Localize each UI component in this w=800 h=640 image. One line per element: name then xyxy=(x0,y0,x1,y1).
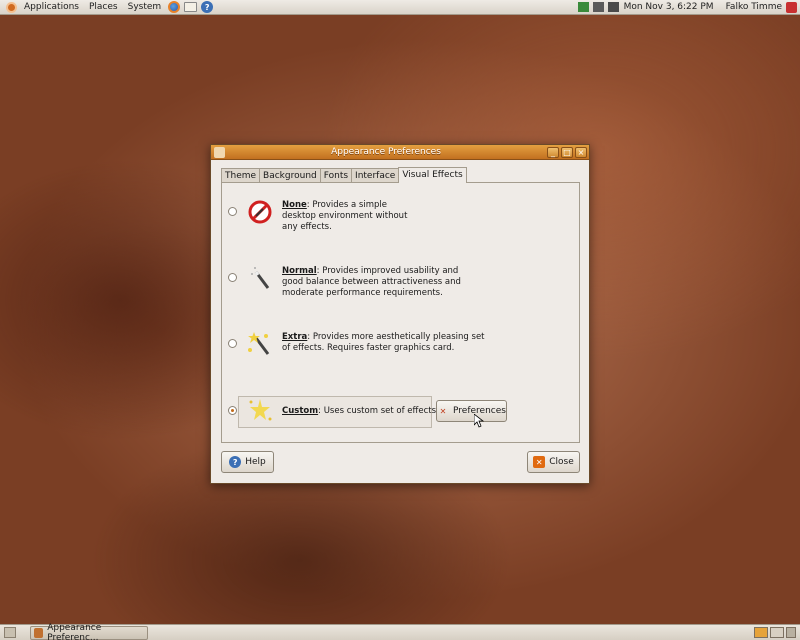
option-custom-text: Uses custom set of effects. xyxy=(323,406,439,416)
power-icon[interactable] xyxy=(786,1,797,13)
workspace-switcher xyxy=(752,627,796,638)
menu-places[interactable]: Places xyxy=(84,2,123,12)
option-custom[interactable]: Custom: Uses custom set of effects. xyxy=(228,397,439,425)
network-icon[interactable] xyxy=(577,2,589,12)
tab-background[interactable]: Background xyxy=(259,168,321,183)
tab-theme[interactable]: Theme xyxy=(221,168,261,183)
taskbar-label: Appearance Preferenc... xyxy=(47,622,102,640)
close-window-button[interactable]: × xyxy=(575,146,587,158)
option-extra-description: Extra: Provides more aesthetically pleas… xyxy=(282,332,485,353)
window-title: Appearance Preferences xyxy=(331,147,441,157)
menu-applications[interactable]: Applications xyxy=(19,2,84,12)
menu-system[interactable]: System xyxy=(123,2,167,12)
option-extra-name: Extra xyxy=(282,332,308,342)
help-button-label: Help xyxy=(245,457,266,467)
tab-interface[interactable]: Interface xyxy=(351,168,400,183)
mail-launcher-icon[interactable] xyxy=(184,2,198,12)
option-none[interactable]: None: Provides a simple desktop environm… xyxy=(228,198,407,233)
option-custom-description: Custom: Uses custom set of effects. xyxy=(282,406,439,416)
preferences-button[interactable]: ✕ Preferences xyxy=(436,400,507,422)
radio-none[interactable] xyxy=(228,207,237,216)
help-icon: ? xyxy=(229,456,242,468)
window-titlebar[interactable]: Appearance Preferences _ □ × xyxy=(211,145,589,160)
top-panel: Applications Places System ? Mon Nov 3, … xyxy=(0,0,800,15)
appearance-preferences-window: Appearance Preferences _ □ × Theme Backg… xyxy=(210,144,590,484)
close-button-label: Close xyxy=(549,457,574,467)
tab-visual-effects[interactable]: Visual Effects xyxy=(398,167,467,183)
option-normal-name: Normal xyxy=(282,266,317,276)
option-extra[interactable]: Extra: Provides more aesthetically pleas… xyxy=(228,330,485,358)
help-button[interactable]: ? Help xyxy=(221,451,274,473)
radio-custom[interactable] xyxy=(228,406,237,415)
radio-normal[interactable] xyxy=(228,273,237,282)
close-icon: ✕ xyxy=(533,456,546,468)
tools-icon: ✕ xyxy=(439,406,447,416)
help-launcher-icon[interactable]: ? xyxy=(201,1,214,13)
workspace-2[interactable] xyxy=(770,627,784,638)
ubuntu-logo-icon[interactable] xyxy=(6,1,17,13)
firefox-launcher-icon[interactable] xyxy=(168,1,181,13)
close-button[interactable]: ✕ Close xyxy=(527,451,580,473)
workspace-1[interactable] xyxy=(754,627,768,638)
option-none-description: None: Provides a simple desktop environm… xyxy=(282,200,408,232)
tab-bar: Theme Background Fonts Interface Visual … xyxy=(221,167,467,183)
sparkle-wand-icon xyxy=(248,332,270,355)
taskbar-appearance-preferences[interactable]: Appearance Preferenc... xyxy=(30,622,148,640)
window-menu-icon[interactable] xyxy=(214,146,225,158)
trash-icon[interactable] xyxy=(786,627,796,638)
option-normal-description: Normal: Provides improved usability and … xyxy=(282,266,461,298)
custom-sparkle-icon xyxy=(249,399,272,421)
minimize-button[interactable]: _ xyxy=(547,146,559,158)
option-custom-name: Custom xyxy=(282,406,319,416)
maximize-button[interactable]: □ xyxy=(561,146,573,158)
clock[interactable]: Mon Nov 3, 6:22 PM xyxy=(621,2,722,12)
bottom-panel: Appearance Preferenc... xyxy=(0,622,800,640)
show-desktop-icon[interactable] xyxy=(4,627,16,638)
radio-extra[interactable] xyxy=(228,339,237,348)
display-icon[interactable] xyxy=(592,2,604,12)
magic-wand-icon xyxy=(251,267,270,289)
system-tray: Mon Nov 3, 6:22 PM Falko Timme xyxy=(576,0,800,15)
option-none-name: None xyxy=(282,200,307,210)
option-normal[interactable]: Normal: Provides improved usability and … xyxy=(228,264,461,299)
tab-fonts[interactable]: Fonts xyxy=(319,168,353,183)
visual-effects-panel: None: Provides a simple desktop environm… xyxy=(221,182,580,443)
volume-icon[interactable] xyxy=(607,2,619,12)
option-extra-text: Provides more aesthetically pleasing set… xyxy=(282,332,485,353)
username[interactable]: Falko Timme xyxy=(722,2,786,12)
no-effects-icon xyxy=(248,200,272,224)
appearance-app-icon xyxy=(34,627,44,638)
mouse-cursor-icon xyxy=(474,414,484,428)
